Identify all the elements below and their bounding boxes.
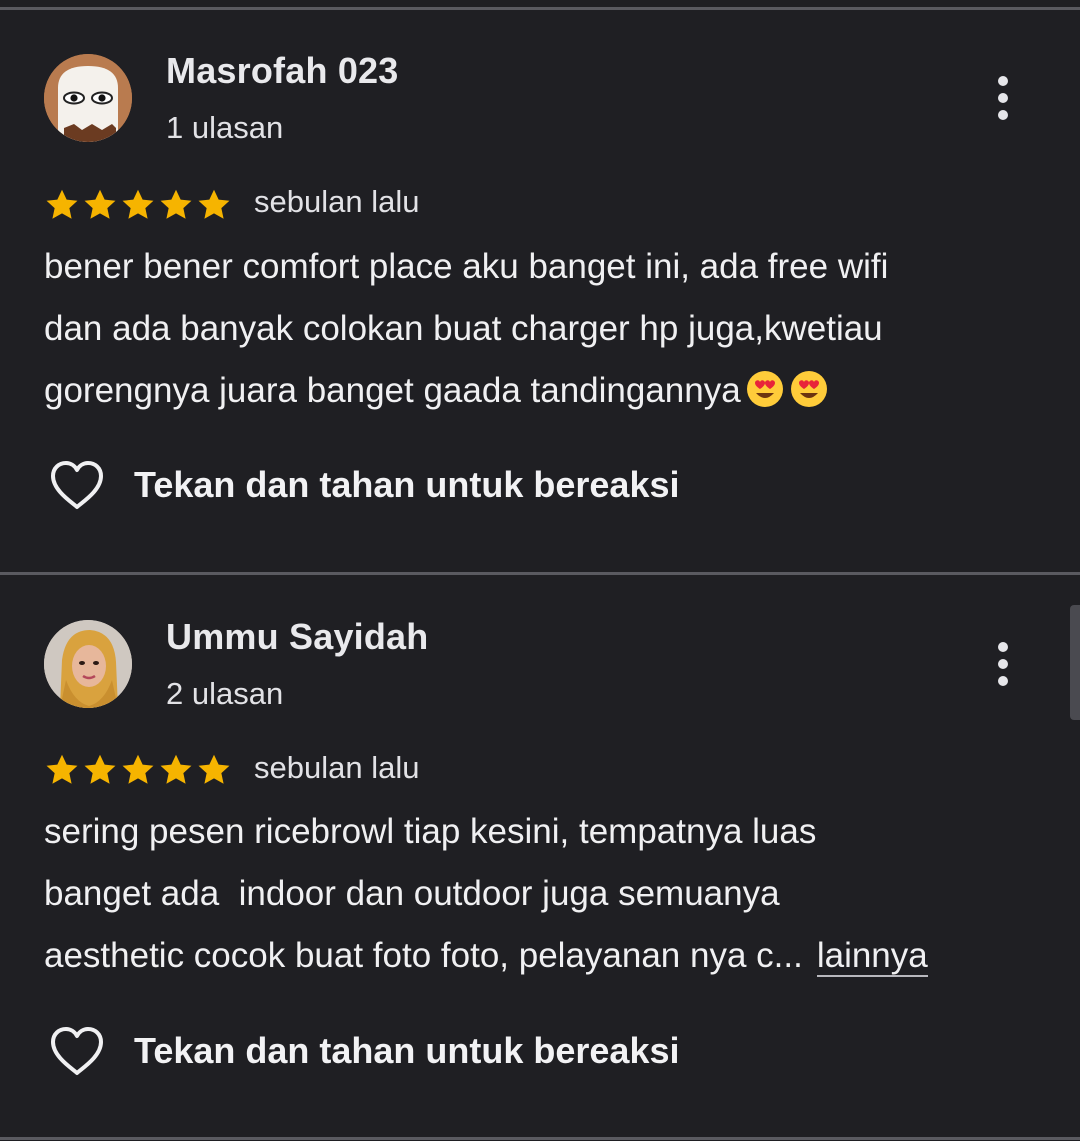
more-options-icon: [998, 642, 1008, 652]
heart-outline-icon: [51, 1027, 103, 1075]
scrollbar-thumb[interactable]: [1070, 605, 1080, 720]
avatar[interactable]: [44, 620, 132, 708]
reviewer-name[interactable]: Ummu Sayidah: [166, 616, 428, 658]
more-options-button[interactable]: [982, 634, 1024, 694]
review-text-line: sering pesen ricebrowl tiap kesini, temp…: [44, 812, 817, 851]
read-more-link[interactable]: lainnya: [816, 936, 928, 977]
star-icon: [198, 754, 230, 784]
react-label: Tekan dan tahan untuk bereaksi: [134, 1030, 680, 1071]
star-icon: [160, 754, 192, 784]
review-text-line: banget ada indoor dan outdoor juga semua…: [44, 874, 780, 913]
review-divider: [0, 1137, 1080, 1140]
review-card: Ummu Sayidah 2 ulasan sebulan lalu serin…: [0, 0, 1080, 1141]
star-icon: [122, 754, 154, 784]
star-icon: [84, 754, 116, 784]
review-text-line: aesthetic cocok buat foto foto, pelayana…: [44, 936, 928, 977]
star-rating: [44, 750, 232, 790]
avatar-image: [44, 620, 132, 708]
review-text[interactable]: sering pesen ricebrowl tiap kesini, temp…: [44, 801, 1044, 987]
review-time: sebulan lalu: [254, 750, 420, 785]
react-button[interactable]: Tekan dan tahan untuk bereaksi: [48, 1021, 679, 1081]
review-count: 2 ulasan: [166, 676, 284, 711]
star-icon: [46, 754, 78, 784]
